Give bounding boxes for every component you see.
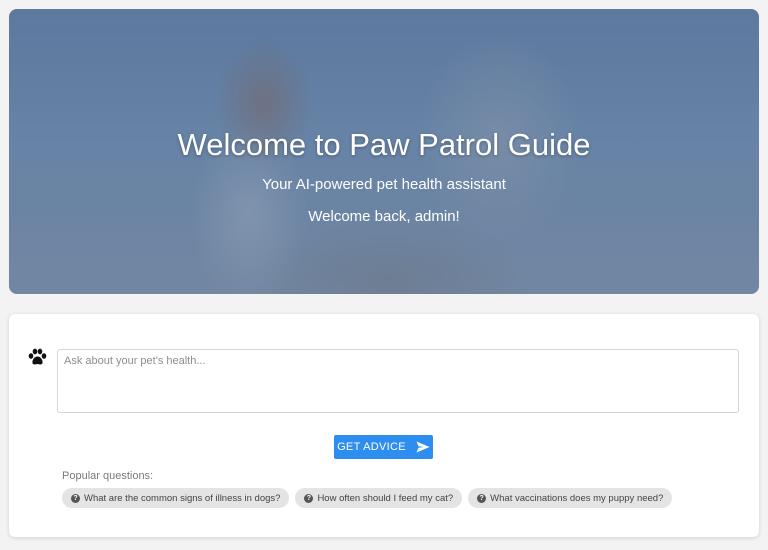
- popular-questions-label: Popular questions:: [62, 470, 154, 482]
- paw-icon: [28, 348, 47, 366]
- popular-question-text: What are the common signs of illness in …: [84, 492, 281, 504]
- hero-banner: Welcome to Paw Patrol Guide Your AI-powe…: [9, 9, 759, 294]
- page-title: Welcome to Paw Patrol Guide: [177, 127, 591, 162]
- popular-question-text: How often should I feed my cat?: [317, 492, 454, 504]
- ask-card: GET ADVICE Popular questions: ? What are…: [9, 314, 759, 537]
- get-advice-button[interactable]: GET ADVICE: [334, 435, 433, 459]
- get-advice-label: GET ADVICE: [337, 441, 406, 453]
- welcome-message: Welcome back, admin!: [308, 208, 460, 225]
- question-circle-icon: ?: [304, 493, 314, 503]
- hero-content: Welcome to Paw Patrol Guide Your AI-powe…: [9, 9, 759, 294]
- hero-subtitle: Your AI-powered pet health assistant: [262, 176, 506, 193]
- popular-questions-list: ? What are the common signs of illness i…: [62, 488, 673, 508]
- question-circle-icon: ?: [477, 493, 487, 503]
- popular-question-text: What vaccinations does my puppy need?: [490, 492, 664, 504]
- popular-question-chip[interactable]: ? What are the common signs of illness i…: [62, 488, 290, 508]
- question-input[interactable]: [57, 349, 739, 413]
- send-icon: [416, 441, 430, 453]
- popular-question-chip[interactable]: ? How often should I feed my cat?: [295, 488, 463, 508]
- popular-question-chip[interactable]: ? What vaccinations does my puppy need?: [468, 488, 673, 508]
- question-circle-icon: ?: [71, 493, 80, 503]
